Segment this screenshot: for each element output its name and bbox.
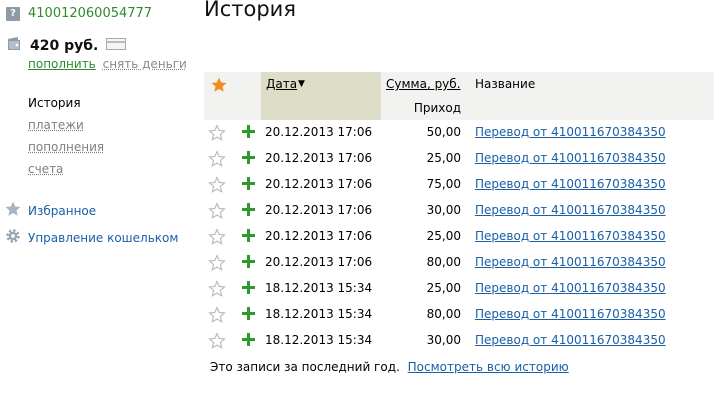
row-sum: 30,00 bbox=[426, 203, 461, 217]
favorites-row: Избранное bbox=[4, 197, 178, 224]
history-nav: История платежи пополнения счета bbox=[28, 95, 104, 183]
table-body: 20.12.2013 17:06 50,00 Перевод от 41001167… bbox=[204, 120, 714, 354]
table-footer: Это записи за последний год. Посмотреть … bbox=[210, 360, 569, 374]
row-name-link[interactable]: Перевод от 410011670384350 bbox=[475, 333, 666, 347]
table-header: Дата ▼ Сумма, руб. Приход Название bbox=[204, 72, 714, 120]
row-name-link[interactable]: Перевод от 410011670384350 bbox=[475, 151, 666, 165]
row-sum: 75,00 bbox=[426, 177, 461, 191]
row-name-link[interactable]: Перевод от 410011670384350 bbox=[475, 255, 666, 269]
history-table: Дата ▼ Сумма, руб. Приход Название 20.12… bbox=[204, 72, 714, 354]
plus-icon bbox=[242, 307, 255, 323]
table-row: 20.12.2013 17:06 25,00 Перевод от 41001167… bbox=[204, 146, 714, 172]
footer-note: Это записи за последний год. bbox=[210, 360, 400, 374]
column-subheader-income: Приход bbox=[413, 101, 461, 115]
row-date: 20.12.2013 17:06 bbox=[265, 125, 373, 139]
row-date: 20.12.2013 17:06 bbox=[265, 229, 373, 243]
row-date: 20.12.2013 17:06 bbox=[265, 177, 373, 191]
view-all-history-link[interactable]: Посмотреть всю историю bbox=[408, 360, 569, 374]
sort-down-icon: ▼ bbox=[298, 79, 305, 89]
plus-icon bbox=[242, 151, 255, 167]
star-icon[interactable] bbox=[208, 150, 226, 171]
row-name-link[interactable]: Перевод от 410011670384350 bbox=[475, 203, 666, 217]
table-row: 20.12.2013 17:06 30,00 Перевод от 41001167… bbox=[204, 198, 714, 224]
row-name-link[interactable]: Перевод от 410011670384350 bbox=[475, 229, 666, 243]
plus-icon bbox=[242, 229, 255, 245]
question-icon[interactable]: ? bbox=[6, 6, 20, 21]
row-name-link[interactable]: Перевод от 410011670384350 bbox=[475, 125, 666, 139]
row-date: 20.12.2013 17:06 bbox=[265, 203, 373, 217]
column-header-sum[interactable]: Сумма, руб. bbox=[386, 77, 461, 91]
column-header-name: Название bbox=[475, 77, 536, 91]
nav-item-payments[interactable]: платежи bbox=[28, 117, 104, 139]
star-icon[interactable] bbox=[208, 254, 226, 275]
sidebar-links: Избранное Управление кошельком bbox=[4, 197, 178, 251]
withdraw-link[interactable]: снять деньги bbox=[103, 57, 187, 71]
star-icon[interactable] bbox=[208, 228, 226, 249]
star-icon[interactable] bbox=[208, 280, 226, 301]
balance-amount: 420 руб. bbox=[30, 37, 99, 54]
table-row: 20.12.2013 17:06 25,00 Перевод от 41001167… bbox=[204, 224, 714, 250]
star-icon[interactable] bbox=[208, 176, 226, 197]
row-sum: 25,00 bbox=[426, 151, 461, 165]
nav-item-topups[interactable]: пополнения bbox=[28, 139, 104, 161]
gear-icon bbox=[4, 227, 22, 248]
nav-item-history[interactable]: История bbox=[28, 95, 104, 117]
star-icon[interactable] bbox=[208, 202, 226, 223]
row-date: 18.12.2013 15:34 bbox=[265, 307, 373, 321]
row-name-link[interactable]: Перевод от 410011670384350 bbox=[475, 177, 666, 191]
row-date: 20.12.2013 17:06 bbox=[265, 255, 373, 269]
account-number[interactable]: 410012060054777 bbox=[28, 6, 152, 21]
sidebar: ? 410012060054777 420 руб. пополнить сня… bbox=[0, 0, 195, 401]
balance-actions: пополнить снять деньги bbox=[28, 57, 187, 71]
row-name-link[interactable]: Перевод от 410011670384350 bbox=[475, 307, 666, 321]
plus-icon bbox=[242, 333, 255, 349]
favorites-link[interactable]: Избранное bbox=[28, 204, 96, 218]
row-sum: 80,00 bbox=[426, 255, 461, 269]
plus-icon bbox=[242, 177, 255, 193]
account-row: ? 410012060054777 bbox=[6, 6, 152, 21]
plus-icon bbox=[242, 281, 255, 297]
plus-icon bbox=[242, 125, 255, 141]
table-row: 18.12.2013 15:34 80,00 Перевод от 41001167… bbox=[204, 302, 714, 328]
wallet-settings-row: Управление кошельком bbox=[4, 224, 178, 251]
column-header-date[interactable]: Дата bbox=[266, 77, 297, 91]
table-row: 20.12.2013 17:06 50,00 Перевод от 41001167… bbox=[204, 120, 714, 146]
plus-icon bbox=[242, 203, 255, 219]
nav-item-invoices[interactable]: счета bbox=[28, 161, 104, 183]
row-sum: 30,00 bbox=[426, 333, 461, 347]
row-date: 20.12.2013 17:06 bbox=[265, 151, 373, 165]
row-sum: 25,00 bbox=[426, 281, 461, 295]
plus-icon bbox=[242, 255, 255, 271]
balance-row: 420 руб. bbox=[6, 36, 127, 55]
row-sum: 50,00 bbox=[426, 125, 461, 139]
star-icon bbox=[4, 200, 22, 221]
table-row: 20.12.2013 17:06 75,00 Перевод от 41001167… bbox=[204, 172, 714, 198]
topup-link[interactable]: пополнить bbox=[28, 57, 96, 71]
row-date: 18.12.2013 15:34 bbox=[265, 333, 373, 347]
table-row: 20.12.2013 17:06 80,00 Перевод от 41001167… bbox=[204, 250, 714, 276]
page-title: История bbox=[204, 0, 296, 21]
wallet-icon bbox=[6, 36, 22, 55]
row-sum: 80,00 bbox=[426, 307, 461, 321]
star-icon[interactable] bbox=[208, 332, 226, 353]
star-icon[interactable] bbox=[208, 124, 226, 145]
row-name-link[interactable]: Перевод от 410011670384350 bbox=[475, 281, 666, 295]
star-icon[interactable] bbox=[208, 306, 226, 327]
table-row: 18.12.2013 15:34 25,00 Перевод от 41001167… bbox=[204, 276, 714, 302]
row-sum: 25,00 bbox=[426, 229, 461, 243]
star-icon[interactable] bbox=[210, 76, 228, 97]
table-row: 18.12.2013 15:34 30,00 Перевод от 41001167… bbox=[204, 328, 714, 354]
card-icon[interactable] bbox=[106, 38, 127, 53]
row-date: 18.12.2013 15:34 bbox=[265, 281, 373, 295]
wallet-settings-link[interactable]: Управление кошельком bbox=[28, 231, 178, 245]
